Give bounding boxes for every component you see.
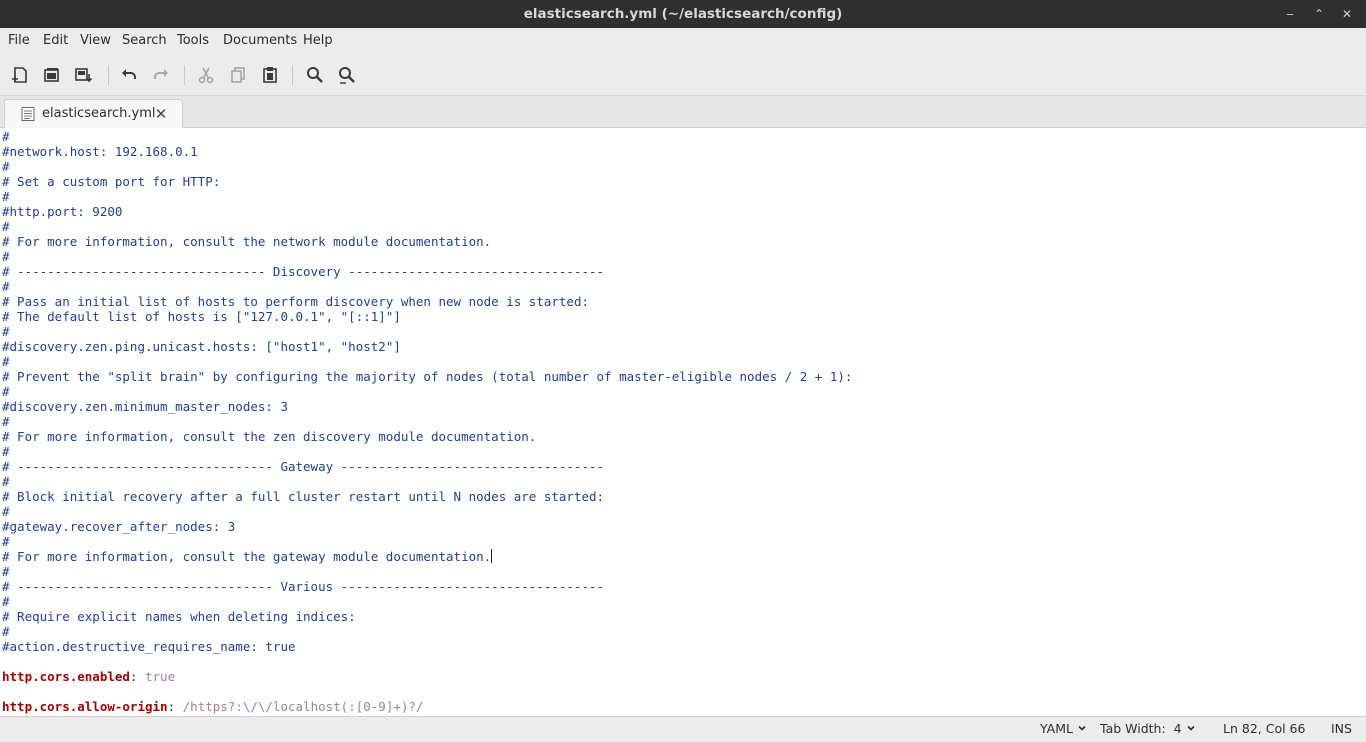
paste-icon[interactable] [258,63,282,87]
code-line: # [2,534,10,549]
save-document-icon[interactable] [72,63,96,87]
code-line: # Block initial recovery after a full cl… [2,489,605,504]
code-line: # [2,414,10,429]
code-line: # [2,324,10,339]
title-bar: elasticsearch.yml (~/elasticsearch/confi… [0,0,1366,28]
code-line: # [2,384,10,399]
yaml-colon: : [167,699,183,714]
code-line: # [2,624,10,639]
menu-help[interactable]: Help [303,28,333,54]
language-selector[interactable]: YAML [1040,717,1086,742]
code-line: # [2,354,10,369]
yaml-key: http.cors.enabled [2,669,130,684]
code-line: #discovery.zen.ping.unicast.hosts: ["hos… [2,339,401,354]
copy-icon[interactable] [226,63,250,87]
toolbar [0,54,1366,96]
code-line: # --------------------------------- Disc… [2,264,605,279]
code-line: # [2,279,10,294]
code-line: # [2,129,10,144]
toolbar-separator [108,65,109,85]
code-line: # [2,219,10,234]
redo-icon[interactable] [149,63,173,87]
yaml-entry-line: http.cors.enabled: true [2,669,852,684]
code-line: # ---------------------------------- Var… [2,579,605,594]
code-line: # For more information, consult the netw… [2,234,492,249]
code-line: # For more information, consult the gate… [2,549,493,564]
insert-mode[interactable]: INS [1331,717,1352,742]
menu-bar: File Edit View Search Tools Documents He… [0,28,1366,54]
text-caret [491,549,493,563]
code-line: # Prevent the "split brain" by configuri… [2,369,853,384]
code-line: #discovery.zen.minimum_master_nodes: 3 [2,399,288,414]
code-line: # [2,504,10,519]
find-replace-icon[interactable] [335,63,359,87]
code-line: # [2,564,10,579]
menu-tools[interactable]: Tools [177,28,209,54]
yaml-colon: : [129,669,145,684]
tab-elasticsearch-yml[interactable]: elasticsearch.yml ✕ [4,99,183,128]
open-document-icon[interactable] [40,63,64,87]
yaml-value: true [145,669,176,684]
tab-width-label: Tab Width: 4 [1100,721,1182,736]
code-line: #http.port: 9200 [2,204,123,219]
menu-file[interactable]: File [8,28,30,54]
cursor-position[interactable]: Ln 82, Col 66 [1223,717,1305,742]
toolbar-separator [292,65,293,85]
tab-close-icon[interactable]: ✕ [152,100,170,129]
code-line: # [2,189,10,204]
close-window-button[interactable]: ✕ [1333,0,1361,28]
code-line: # [2,474,10,489]
code-line: #action.destructive_requires_name: true [2,639,296,654]
code-line: # For more information, consult the zen … [2,429,537,444]
code-line: #network.host: 192.168.0.1 [2,144,198,159]
window-title: elasticsearch.yml (~/elasticsearch/confi… [523,6,843,22]
tab-strip: elasticsearch.yml ✕ [0,96,1366,128]
cut-icon[interactable] [194,63,218,87]
undo-icon[interactable] [117,63,141,87]
code-line: # ---------------------------------- Gat… [2,459,605,474]
code-line: # [2,444,10,459]
new-document-icon[interactable] [8,63,32,87]
chevron-down-icon [1186,725,1195,731]
find-icon[interactable] [303,63,327,87]
code-line: # Pass an initial list of hosts to perfo… [2,294,589,309]
maximize-button[interactable]: ⌃ [1305,0,1333,28]
toolbar-separator [184,65,185,85]
code-view[interactable]: # #network.host: 192.168.0.1 # # Set a cust… [2,128,852,714]
tab-width-selector[interactable]: Tab Width: 4 [1100,717,1195,742]
code-line: # Require explicit names when deleting i… [2,609,356,624]
yaml-key: http.cors.allow-origin [2,699,168,714]
language-label: YAML [1040,721,1073,736]
status-bar: YAML Tab Width: 4 Ln 82, Col 66 INS [0,716,1366,742]
minimize-button[interactable]: ‒ [1276,0,1304,28]
chevron-down-icon [1078,725,1086,731]
code-line: # Set a custom port for HTTP: [2,174,221,189]
tab-label: elasticsearch.yml [42,106,156,121]
code-line: # [2,594,10,609]
code-line: # The default list of hosts is ["127.0.0… [2,309,401,324]
menu-search[interactable]: Search [122,28,167,54]
code-line: # [2,249,10,264]
menu-documents[interactable]: Documents [223,28,297,54]
menu-edit[interactable]: Edit [43,28,68,54]
text-editor[interactable]: # #network.host: 192.168.0.1 # # Set a cust… [0,128,1366,716]
text-document-icon [21,107,35,121]
code-line: # [2,159,10,174]
menu-view[interactable]: View [80,28,111,54]
yaml-entry-line: http.cors.allow-origin: /https?:\/\/loca… [2,699,852,714]
yaml-value: /https?:\/\/localhost(:[0-9]+)?/ [182,699,424,714]
code-line: #gateway.recover_after_nodes: 3 [2,519,236,534]
